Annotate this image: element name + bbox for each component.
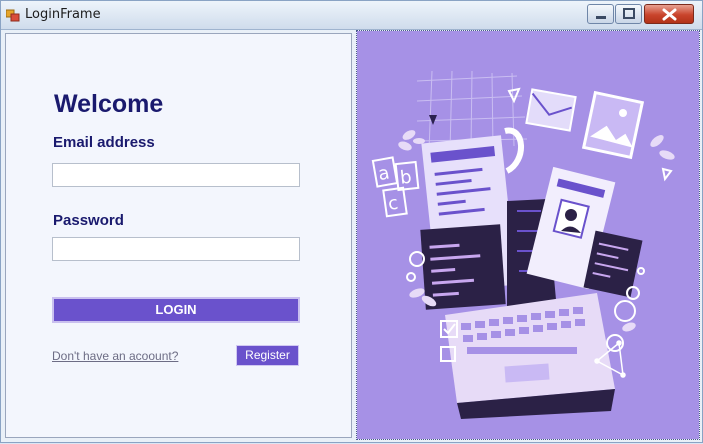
terminal-window [420,224,506,310]
email-input[interactable] [53,164,299,186]
svg-text:b: b [399,167,413,189]
paperclip-icon [504,127,524,174]
maximize-icon [623,8,635,19]
app-icon [6,9,20,22]
email-label: Email address [53,134,155,151]
letters-decoration: a b c [371,156,420,218]
triangle-icon [661,167,673,182]
triangle-icon [507,87,521,104]
close-icon [662,8,677,21]
envelope-icon [525,88,577,132]
user-icon [565,209,577,221]
minimize-icon [596,16,606,19]
login-window: LoginFrame Welcome Email address Passwor… [0,0,703,443]
welcome-heading: Welcome [54,90,164,118]
login-form-panel: Welcome Email address Password LOGIN Don… [5,33,352,438]
image-icon [581,90,645,160]
login-button[interactable]: LOGIN [52,297,300,323]
login-illustration: a b c [371,70,675,419]
email-field[interactable] [52,163,300,187]
maximize-button[interactable] [615,4,642,24]
svg-text:c: c [387,193,400,215]
password-field[interactable] [52,237,300,261]
illustration-panel: a b c [356,30,700,440]
register-button[interactable]: Register [236,345,299,366]
window-title: LoginFrame [25,7,101,22]
laptop-illustration [445,293,615,419]
svg-text:a: a [377,162,392,185]
password-label: Password [53,212,124,229]
minimize-button[interactable] [587,4,614,24]
close-button[interactable] [644,4,694,24]
signup-link[interactable]: Don't have an acoount? [52,349,178,363]
password-input[interactable] [53,238,299,260]
title-bar[interactable]: LoginFrame [1,1,702,30]
